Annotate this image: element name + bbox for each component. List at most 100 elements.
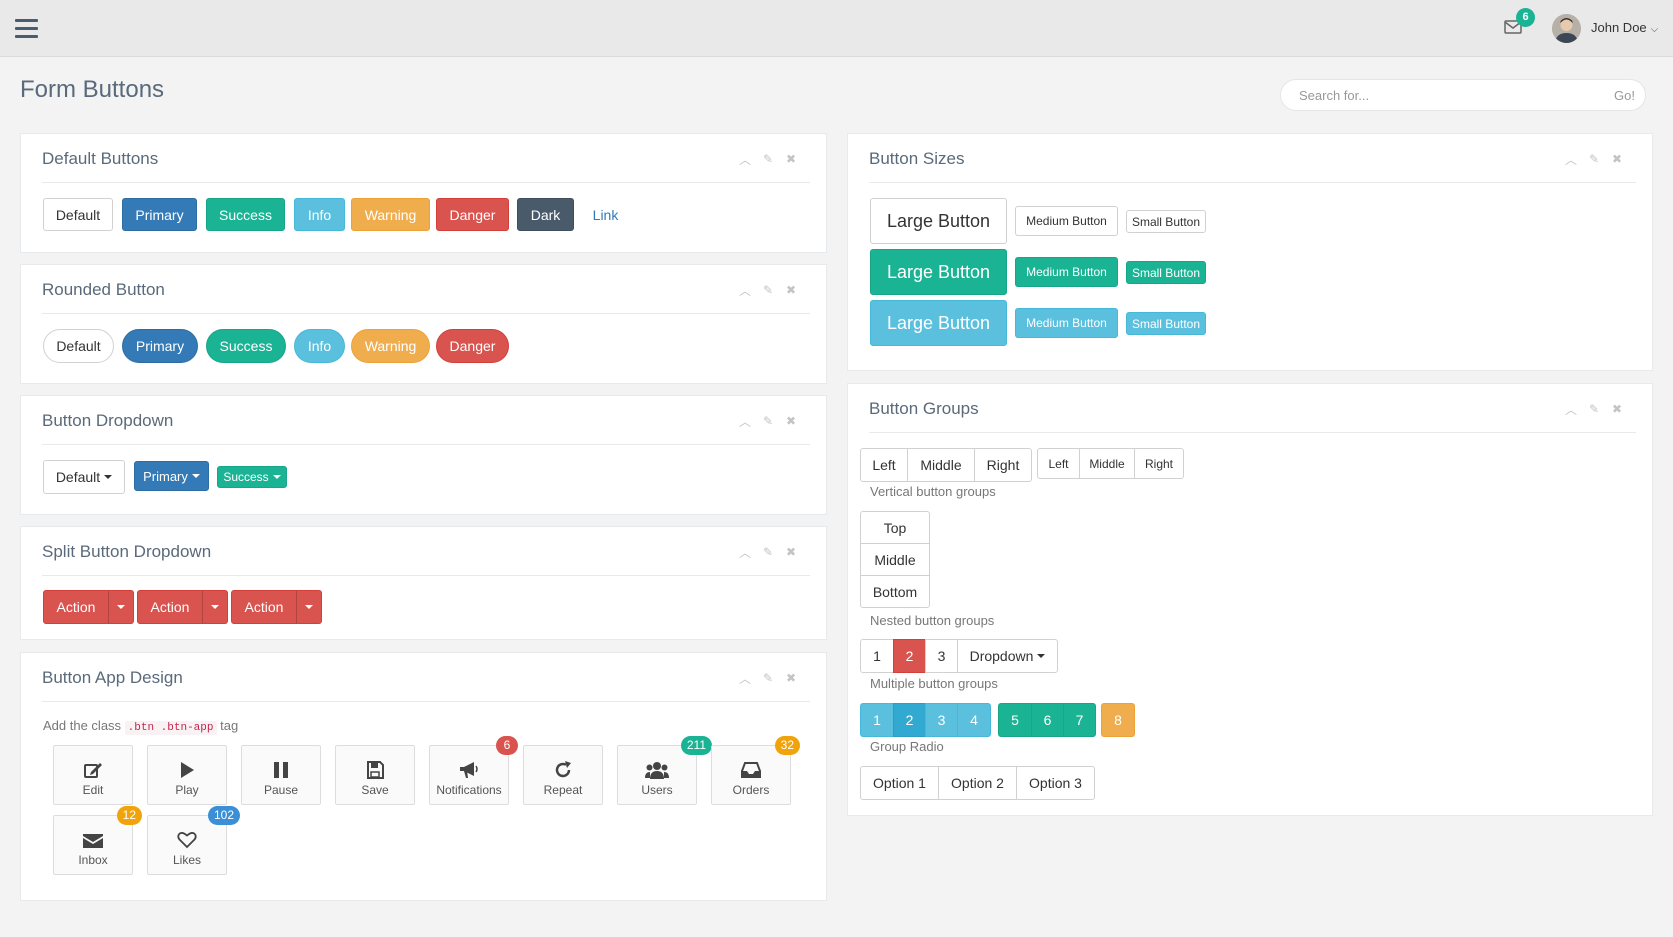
vertical-bottom-button[interactable]: Bottom: [860, 575, 930, 608]
user-menu[interactable]: John Doe ⌵: [1591, 20, 1658, 35]
multi-button-2[interactable]: 2: [893, 703, 926, 737]
wrench-icon[interactable]: ✎: [1587, 402, 1601, 416]
caret-down-icon: [305, 605, 313, 609]
multi-button-6[interactable]: 6: [1031, 703, 1064, 737]
success-dropdown-button[interactable]: Success: [217, 466, 287, 488]
group-middle-button[interactable]: Middle: [1079, 448, 1135, 479]
chevron-up-icon[interactable]: ︿: [738, 414, 752, 429]
rounded-success-button[interactable]: Success: [206, 329, 286, 363]
app-button-play[interactable]: Play: [147, 745, 227, 805]
rounded-primary-button[interactable]: Primary: [122, 329, 198, 363]
close-icon[interactable]: ✖: [1610, 402, 1624, 416]
app-button-edit[interactable]: Edit: [53, 745, 133, 805]
small-success-button[interactable]: Small Button: [1126, 261, 1206, 284]
default-dropdown-button[interactable]: Default: [43, 460, 125, 494]
vertical-middle-button[interactable]: Middle: [860, 543, 930, 576]
dark-button[interactable]: Dark: [517, 198, 574, 231]
search-go-button[interactable]: Go!: [1614, 88, 1635, 103]
multi-button-5[interactable]: 5: [998, 703, 1032, 737]
large-success-button[interactable]: Large Button: [870, 249, 1007, 295]
menu-toggle-icon[interactable]: [15, 19, 38, 38]
radio-option-1[interactable]: Option 1: [860, 766, 939, 800]
info-button[interactable]: Info: [294, 198, 345, 231]
app-button-save[interactable]: Save: [335, 745, 415, 805]
medium-default-button[interactable]: Medium Button: [1015, 206, 1118, 236]
split-action-button[interactable]: Action: [137, 590, 203, 624]
chevron-up-icon[interactable]: ︿: [1564, 152, 1578, 167]
search-input[interactable]: [1299, 86, 1599, 104]
radio-option-2[interactable]: Option 2: [938, 766, 1017, 800]
multi-button-8[interactable]: 8: [1101, 703, 1135, 737]
rounded-default-button[interactable]: Default: [43, 329, 114, 363]
wrench-icon[interactable]: ✎: [761, 671, 775, 685]
app-button-repeat[interactable]: Repeat: [523, 745, 603, 805]
app-button-inbox[interactable]: Inbox 12: [53, 806, 142, 875]
nested-dropdown-button[interactable]: Dropdown: [957, 639, 1058, 673]
close-icon[interactable]: ✖: [784, 152, 798, 166]
primary-dropdown-button[interactable]: Primary: [134, 461, 209, 491]
radio-option-3[interactable]: Option 3: [1016, 766, 1095, 800]
app-button-notifications[interactable]: Notifications 6: [429, 736, 518, 805]
app-button-orders[interactable]: Orders 32: [711, 736, 800, 805]
chevron-up-icon[interactable]: ︿: [738, 671, 752, 686]
split-caret-button[interactable]: [202, 590, 228, 624]
chevron-up-icon[interactable]: ︿: [738, 545, 752, 560]
close-icon[interactable]: ✖: [1610, 152, 1624, 166]
panel-tools: ︿ ✎ ✖: [1564, 152, 1624, 167]
medium-info-button[interactable]: Medium Button: [1015, 308, 1118, 338]
group-middle-button[interactable]: Middle: [907, 448, 975, 482]
split-action-button[interactable]: Action: [43, 590, 109, 624]
group-left-button[interactable]: Left: [1037, 448, 1080, 479]
app-label: Edit: [82, 783, 104, 797]
close-icon[interactable]: ✖: [784, 283, 798, 297]
multi-button-4[interactable]: 4: [957, 703, 991, 737]
vertical-top-button[interactable]: Top: [860, 511, 930, 544]
close-icon[interactable]: ✖: [784, 671, 798, 685]
app-button-pause[interactable]: Pause: [241, 745, 321, 805]
small-default-button[interactable]: Small Button: [1126, 210, 1206, 233]
medium-success-button[interactable]: Medium Button: [1015, 257, 1118, 287]
rounded-info-button[interactable]: Info: [294, 329, 345, 363]
chevron-up-icon[interactable]: ︿: [1564, 402, 1578, 417]
nested-button-1[interactable]: 1: [860, 639, 894, 673]
panel-app-design: Button App Design ︿ ✎ ✖ Add the class .btn…: [20, 652, 827, 901]
user-avatar[interactable]: [1552, 14, 1581, 43]
split-caret-button[interactable]: [296, 590, 322, 624]
group-right-button[interactable]: Right: [1134, 448, 1184, 479]
wrench-icon[interactable]: ✎: [761, 414, 775, 428]
wrench-icon[interactable]: ✎: [761, 283, 775, 297]
hint-suffix: tag: [220, 718, 239, 733]
close-icon[interactable]: ✖: [784, 414, 798, 428]
multi-button-1[interactable]: 1: [860, 703, 894, 737]
multiple-groups-label: Multiple button groups: [870, 676, 998, 691]
split-caret-button[interactable]: [108, 590, 134, 624]
default-button[interactable]: Default: [43, 198, 113, 231]
app-button-likes[interactable]: Likes 102: [147, 806, 240, 875]
primary-button[interactable]: Primary: [122, 198, 197, 231]
small-info-button[interactable]: Small Button: [1126, 312, 1206, 335]
nested-button-3[interactable]: 3: [925, 639, 958, 673]
wrench-icon[interactable]: ✎: [1587, 152, 1601, 166]
close-icon[interactable]: ✖: [784, 545, 798, 559]
large-default-button[interactable]: Large Button: [870, 198, 1007, 244]
panel-header: Split Button Dropdown ︿ ✎ ✖: [42, 527, 810, 576]
multi-button-7[interactable]: 7: [1063, 703, 1096, 737]
multi-button-3[interactable]: 3: [925, 703, 958, 737]
rounded-warning-button[interactable]: Warning: [351, 329, 430, 363]
nested-button-2[interactable]: 2: [893, 639, 926, 673]
split-action-button[interactable]: Action: [231, 590, 297, 624]
link-button[interactable]: Link: [583, 198, 628, 231]
chevron-up-icon[interactable]: ︿: [738, 152, 752, 167]
success-button[interactable]: Success: [206, 198, 285, 231]
group-left-button[interactable]: Left: [860, 448, 908, 482]
app-button-users[interactable]: Users 211: [617, 736, 712, 805]
wrench-icon[interactable]: ✎: [761, 152, 775, 166]
large-info-button[interactable]: Large Button: [870, 300, 1007, 346]
warning-button[interactable]: Warning: [351, 198, 430, 231]
rounded-danger-button[interactable]: Danger: [436, 329, 509, 363]
wrench-icon[interactable]: ✎: [761, 545, 775, 559]
group-right-button[interactable]: Right: [974, 448, 1032, 482]
danger-button[interactable]: Danger: [436, 198, 509, 231]
panel-title: Button Dropdown: [42, 411, 174, 430]
chevron-up-icon[interactable]: ︿: [738, 283, 752, 298]
